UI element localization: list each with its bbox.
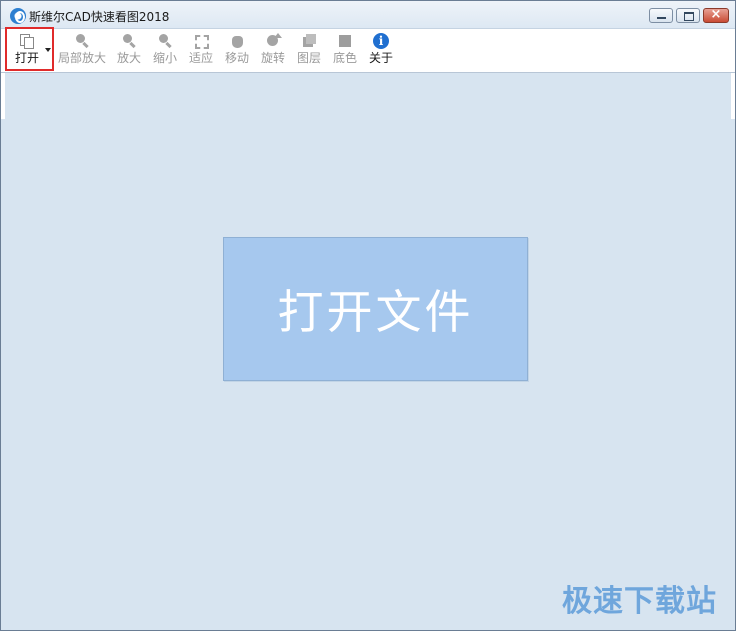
background-color-label: 底色 [332,51,357,65]
close-button[interactable]: × [703,7,729,23]
app-window: 斯维尔CAD快速看图2018 × 打开 局部放大 放大 缩小 适应 移动 旋转 … [0,0,736,631]
open-dropdown-arrow-icon[interactable] [45,48,51,52]
open-file-button[interactable]: 打开文件 [223,237,528,381]
zoom-in-icon [121,33,137,49]
zoom-window-label: 局部放大 [57,51,106,65]
hand-icon [229,33,245,49]
background-color-button[interactable]: 底色 [331,32,359,70]
zoom-window-button[interactable]: 局部放大 [57,32,107,70]
zoom-out-icon [157,33,173,49]
layers-label: 图层 [296,51,321,65]
layers-button[interactable]: 图层 [295,32,323,70]
fit-button[interactable]: 适应 [187,32,215,70]
fit-label: 适应 [188,51,213,65]
layers-icon [301,33,317,49]
zoom-window-icon [74,33,90,49]
rotate-button[interactable]: 旋转 [259,32,287,70]
move-button[interactable]: 移动 [223,32,251,70]
toolbar: 打开 局部放大 放大 缩小 适应 移动 旋转 图层 底色 i 关于 [1,29,735,73]
info-icon [373,33,389,49]
maximize-button[interactable] [676,8,700,23]
move-label: 移动 [224,51,249,65]
rotate-icon [265,33,282,49]
open-label: 打开 [14,51,39,65]
open-file-icon [19,33,35,49]
app-logo-icon [10,8,26,24]
background-color-icon [337,33,353,49]
watermark-logo: 极速下载站 [562,584,717,619]
about-button[interactable]: 关于 [367,32,395,70]
fit-icon [193,33,209,49]
minimize-icon [657,17,666,19]
open-button[interactable]: 打开 [10,32,44,70]
zoom-out-button[interactable]: 缩小 [151,32,179,70]
zoom-in-button[interactable]: 放大 [115,32,143,70]
title-bar[interactable]: 斯维尔CAD快速看图2018 × [1,1,735,29]
window-controls: × [649,7,729,23]
left-panel-edge [1,73,5,119]
zoom-out-label: 缩小 [152,51,177,65]
about-label: 关于 [368,51,393,65]
open-file-label: 打开文件 [277,285,474,339]
close-icon: × [710,7,722,22]
zoom-in-label: 放大 [116,51,141,65]
right-panel-edge [731,73,735,119]
rotate-label: 旋转 [260,51,285,65]
minimize-button[interactable] [649,8,673,23]
maximize-icon [684,12,694,21]
window-title: 斯维尔CAD快速看图2018 [29,10,170,24]
